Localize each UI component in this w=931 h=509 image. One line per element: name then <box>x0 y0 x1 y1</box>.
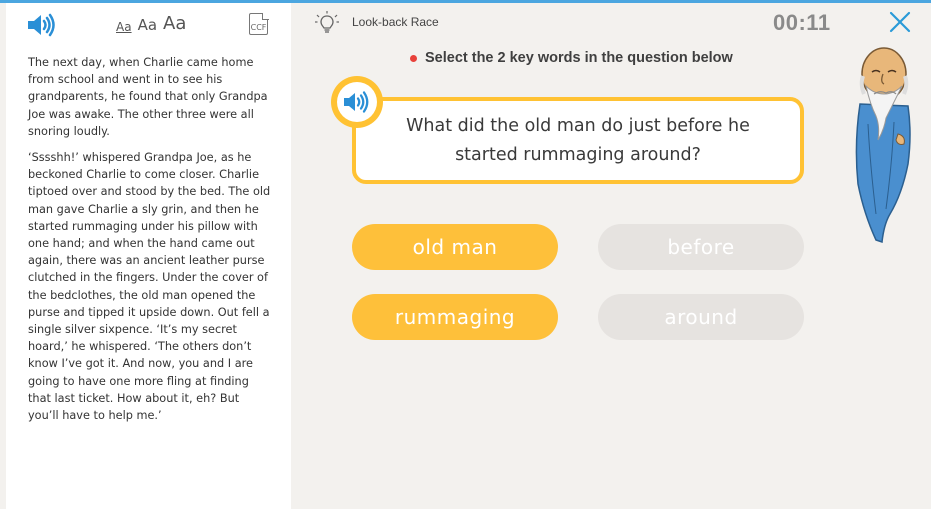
question-text: What did the old man do just before he s… <box>406 115 750 165</box>
speaker-icon[interactable] <box>26 11 56 39</box>
word-label: before <box>667 235 735 259</box>
word-button-old-man[interactable]: old man <box>352 224 558 270</box>
reading-panel: Aa Aa Aa CCF The next day, when Charlie … <box>6 3 291 509</box>
question-box: What did the old man do just before he s… <box>352 97 804 184</box>
word-label: rummaging <box>394 305 516 329</box>
instruction-text: Select the 2 key words in the question b… <box>425 50 733 66</box>
word-button-before[interactable]: before <box>598 224 804 270</box>
bulb-icon <box>314 10 340 36</box>
ccf-label: CCF <box>250 23 267 32</box>
font-size-medium-button[interactable]: Aa <box>138 16 157 34</box>
speaker-icon <box>344 91 369 113</box>
game-title: Look-back Race <box>352 15 439 29</box>
close-button[interactable] <box>888 10 912 34</box>
story-text: The next day, when Charlie came home fro… <box>28 54 273 433</box>
word-label: old man <box>412 235 498 259</box>
story-paragraph: The next day, when Charlie came home fro… <box>28 56 268 138</box>
ccf-icon[interactable]: CCF <box>249 12 269 35</box>
font-size-small-button[interactable]: Aa <box>116 20 132 34</box>
story-paragraph: ‘Sssshh!’ whispered Grandpa Joe, as he b… <box>28 151 271 423</box>
question-speaker-button[interactable] <box>331 76 383 128</box>
font-size-large-button[interactable]: Aa <box>163 13 186 34</box>
word-button-rummaging[interactable]: rummaging <box>352 294 558 340</box>
timer: 00:11 <box>773 10 831 35</box>
word-button-around[interactable]: around <box>598 294 804 340</box>
instruction: Select the 2 key words in the question b… <box>410 50 733 66</box>
close-icon <box>889 11 911 33</box>
instruction-dot <box>410 54 417 62</box>
old-man-character-illustration <box>850 44 916 244</box>
font-size-controls: Aa Aa Aa <box>116 13 186 34</box>
word-label: around <box>664 305 738 329</box>
